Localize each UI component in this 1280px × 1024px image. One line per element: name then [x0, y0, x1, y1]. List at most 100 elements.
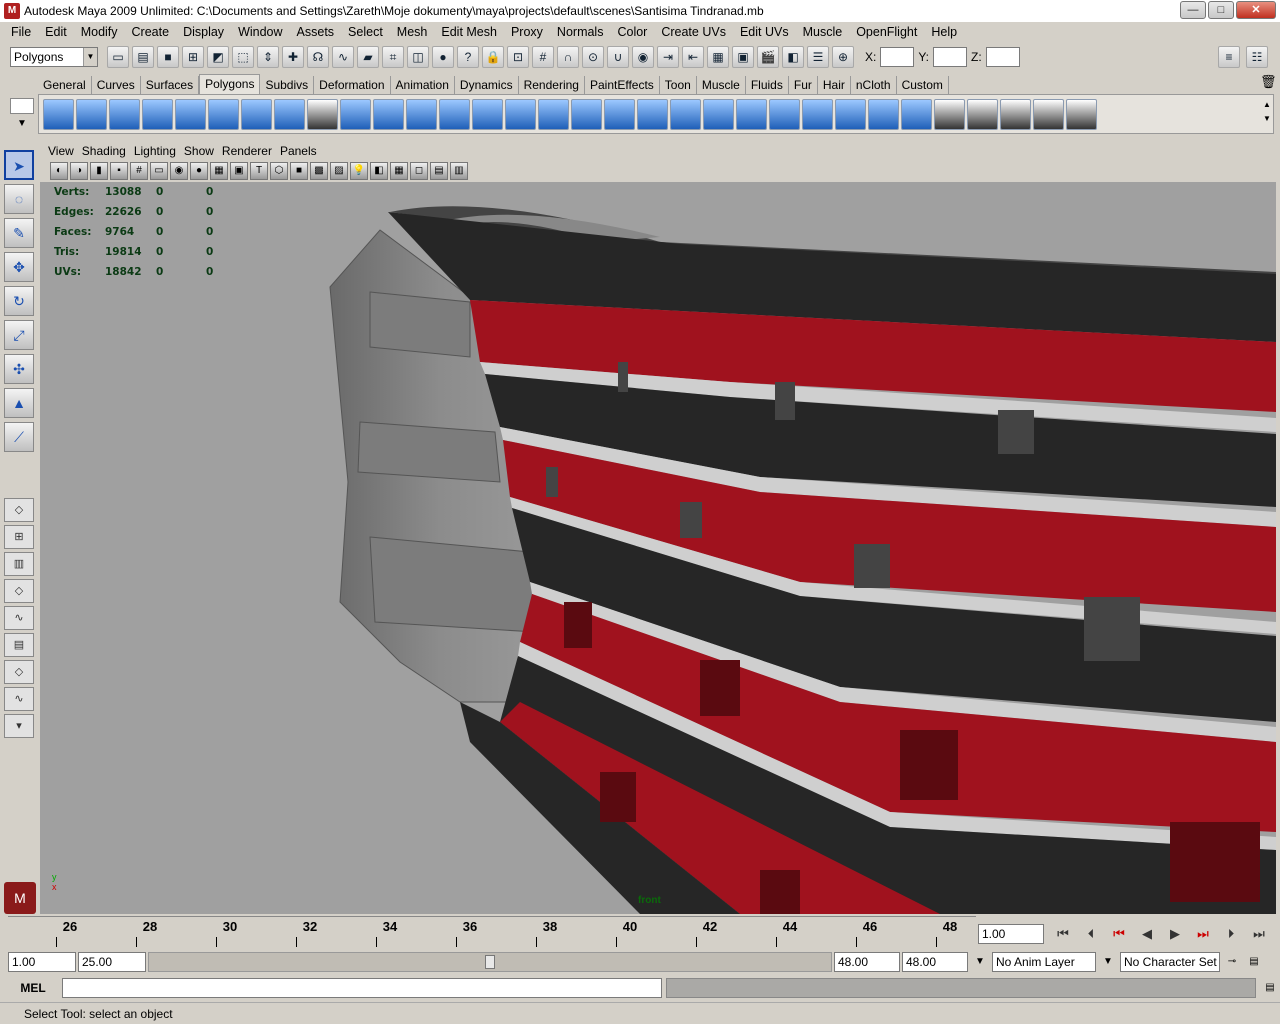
- z-field[interactable]: [985, 47, 1020, 67]
- menu-create[interactable]: Create: [125, 25, 177, 39]
- shelf-tab-rendering[interactable]: Rendering: [519, 76, 585, 94]
- current-time-field[interactable]: 1.00: [978, 924, 1044, 944]
- select-joints-icon[interactable]: ☊: [307, 46, 329, 68]
- soccer-ball-icon[interactable]: [307, 98, 338, 130]
- wireframe-icon[interactable]: ⬡: [270, 162, 288, 180]
- layout-options-chevron-icon[interactable]: ▾: [4, 714, 34, 738]
- select-dynamics-icon[interactable]: ◫: [407, 46, 429, 68]
- unfold-uv-icon[interactable]: [967, 98, 998, 130]
- command-input[interactable]: [62, 978, 662, 998]
- poly-sphere-icon[interactable]: [43, 98, 74, 130]
- automatic-mapping-icon[interactable]: [901, 98, 932, 130]
- menu-help[interactable]: Help: [924, 25, 964, 39]
- show-manipulator-icon[interactable]: ⟋: [4, 422, 34, 452]
- menu-edit-uvs[interactable]: Edit UVs: [733, 25, 796, 39]
- shelf-tab-general[interactable]: General: [38, 76, 92, 94]
- xray-icon[interactable]: ▦: [390, 162, 408, 180]
- shelf-scroll-icon[interactable]: ▲ ▼: [1260, 98, 1274, 130]
- boolean-icon[interactable]: [406, 98, 437, 130]
- menu-edit-mesh[interactable]: Edit Mesh: [434, 25, 504, 39]
- dope-sheet-layout-icon[interactable]: ∿: [4, 687, 34, 711]
- menu-normals[interactable]: Normals: [550, 25, 611, 39]
- shadows-icon[interactable]: ◧: [370, 162, 388, 180]
- select-deformations-icon[interactable]: ⌗: [382, 46, 404, 68]
- perspective-viewport[interactable]: Verts: 13088 0 0 Edges: 22626 0 0 Faces:…: [40, 182, 1276, 914]
- select-curves-icon[interactable]: ∿: [332, 46, 354, 68]
- move-tool-icon[interactable]: ✥: [4, 252, 34, 282]
- persp-graph-layout-icon[interactable]: ◇: [4, 579, 34, 603]
- safe-action-icon[interactable]: ▣: [230, 162, 248, 180]
- attribute-editor-toggle-icon[interactable]: ≡: [1218, 46, 1240, 68]
- absolute-transform-icon[interactable]: ⊕: [832, 46, 854, 68]
- poly-pyramid-icon[interactable]: [241, 98, 272, 130]
- playback-start-field[interactable]: 25.00: [78, 952, 146, 972]
- field-chart-icon[interactable]: ▦: [210, 162, 228, 180]
- select-component-icon[interactable]: ⬚: [232, 46, 254, 68]
- step-back-key-icon[interactable]: ⏮: [1106, 923, 1132, 945]
- start-time-field[interactable]: 1.00: [8, 952, 76, 972]
- hypershade-layout-icon[interactable]: ∿: [4, 606, 34, 630]
- end-time-field[interactable]: 48.00: [902, 952, 968, 972]
- shelf-tab-fur[interactable]: Fur: [789, 76, 818, 94]
- poly-torus-icon[interactable]: [208, 98, 239, 130]
- camera-attributes-icon[interactable]: ◑: [70, 162, 88, 180]
- select-rendering-icon[interactable]: ●: [432, 46, 454, 68]
- shelf-tab-custom[interactable]: Custom: [897, 76, 949, 94]
- bevel-icon[interactable]: [670, 98, 701, 130]
- poly-plane-icon[interactable]: [175, 98, 206, 130]
- panel-menu-lighting[interactable]: Lighting: [130, 144, 180, 158]
- select-surfaces-icon[interactable]: ▰: [357, 46, 379, 68]
- snap-curve-icon[interactable]: ∩: [557, 46, 579, 68]
- select-misc-icon[interactable]: ?: [457, 46, 479, 68]
- menu-select[interactable]: Select: [341, 25, 390, 39]
- panel-menu-panels[interactable]: Panels: [276, 144, 321, 158]
- menu-create-uvs[interactable]: Create UVs: [654, 25, 733, 39]
- new-scene-icon[interactable]: ▭: [107, 46, 129, 68]
- menu-assets[interactable]: Assets: [290, 25, 342, 39]
- shelf-tab-dynamics[interactable]: Dynamics: [455, 76, 519, 94]
- outliner-persp-layout-icon[interactable]: ▤: [4, 633, 34, 657]
- menu-openflight[interactable]: OpenFlight: [849, 25, 924, 39]
- shelf-tab-curves[interactable]: Curves: [92, 76, 141, 94]
- hud-toggle-icon[interactable]: ▥: [450, 162, 468, 180]
- film-gate-icon[interactable]: ▭: [150, 162, 168, 180]
- script-editor-icon[interactable]: ▤: [1260, 978, 1280, 998]
- shelf-tab-surfaces[interactable]: Surfaces: [141, 76, 200, 94]
- smooth-icon[interactable]: [439, 98, 470, 130]
- snap-grid-icon[interactable]: #: [532, 46, 554, 68]
- smooth-shade-icon[interactable]: ■: [290, 162, 308, 180]
- shelf-tab-painteffects[interactable]: PaintEffects: [585, 76, 660, 94]
- range-slider-handle[interactable]: [485, 955, 495, 969]
- panel-menu-renderer[interactable]: Renderer: [218, 144, 276, 158]
- char-set-chevron-icon[interactable]: ▼: [1098, 952, 1118, 972]
- close-button[interactable]: ✕: [1236, 1, 1276, 19]
- x-field[interactable]: [880, 47, 915, 67]
- layout-uv-icon[interactable]: [1000, 98, 1031, 130]
- chamfer-icon[interactable]: [769, 98, 800, 130]
- split-polygon-icon[interactable]: [538, 98, 569, 130]
- shelf-tab-toon[interactable]: Toon: [660, 76, 697, 94]
- lasso-tool-icon[interactable]: ◌: [4, 184, 34, 214]
- step-forward-frame-icon[interactable]: ⏵: [1218, 923, 1244, 945]
- open-scene-icon[interactable]: ▤: [132, 46, 154, 68]
- cylindrical-mapping-icon[interactable]: [835, 98, 866, 130]
- poly-cylinder-icon[interactable]: [109, 98, 140, 130]
- reduce-icon[interactable]: [472, 98, 503, 130]
- select-hierarchy-icon[interactable]: ⊞: [182, 46, 204, 68]
- select-handles-icon[interactable]: ✚: [282, 46, 304, 68]
- menu-modify[interactable]: Modify: [74, 25, 125, 39]
- append-polygon-icon[interactable]: [505, 98, 536, 130]
- shelf-tab-subdivs[interactable]: Subdivs: [260, 76, 315, 94]
- make-live-icon[interactable]: ◉: [632, 46, 654, 68]
- render-settings-icon[interactable]: ☰: [807, 46, 829, 68]
- auto-key-icon[interactable]: ⊸: [1222, 952, 1242, 972]
- script-language-toggle[interactable]: MEL: [8, 978, 58, 998]
- shelf-tab-fluids[interactable]: Fluids: [746, 76, 789, 94]
- shelf-menu-chevron-icon[interactable]: ▼: [10, 116, 34, 132]
- planar-mapping-icon[interactable]: [802, 98, 833, 130]
- extrude-icon[interactable]: [604, 98, 635, 130]
- poly-cube-icon[interactable]: [76, 98, 107, 130]
- anim-layer-chevron-icon[interactable]: ▼: [970, 952, 990, 972]
- shelf-tab-hair[interactable]: Hair: [818, 76, 851, 94]
- bridge-icon[interactable]: [637, 98, 668, 130]
